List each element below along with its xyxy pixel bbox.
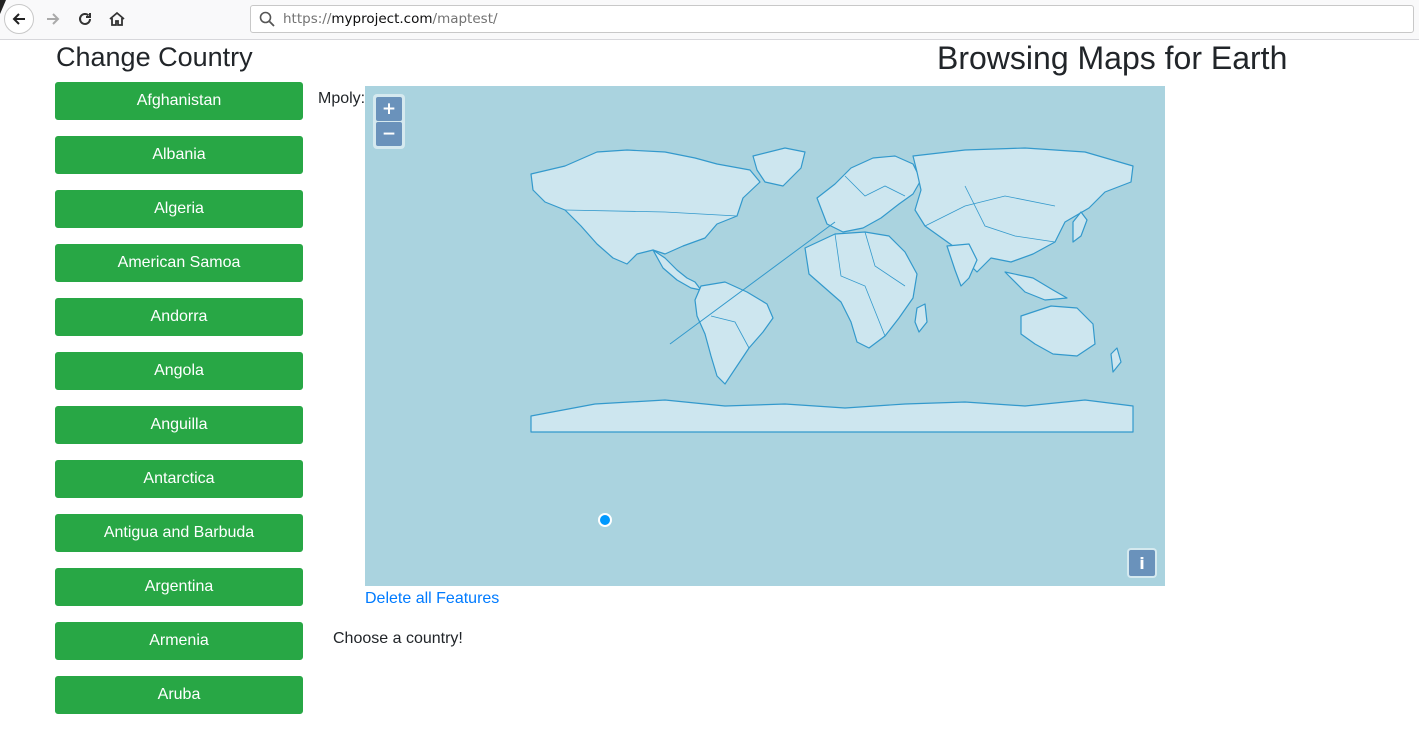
change-country-heading: Change Country xyxy=(56,42,253,72)
madagascar xyxy=(914,303,928,333)
greenland xyxy=(752,147,806,187)
browser-toolbar: https://myproject.com/maptest/ xyxy=(0,0,1419,40)
country-button-aruba[interactable]: Aruba xyxy=(55,676,303,714)
status-message: Choose a country! xyxy=(333,630,463,647)
country-button-american-samoa[interactable]: American Samoa xyxy=(55,244,303,282)
reload-icon xyxy=(79,12,91,25)
north-america-landmass xyxy=(530,149,761,265)
antarctica xyxy=(530,399,1134,433)
arrow-right-icon xyxy=(47,13,60,25)
mpoly-label: Mpoly: xyxy=(318,90,366,107)
page-title: Browsing Maps for Earth xyxy=(937,40,1288,76)
attribution-button[interactable]: i xyxy=(1129,550,1155,576)
zoom-control: + − xyxy=(373,94,405,149)
mouse-cursor xyxy=(0,0,6,14)
url-host: myproject.com xyxy=(331,11,433,27)
central-america xyxy=(652,249,702,291)
new-zealand xyxy=(1110,347,1122,373)
back-button[interactable] xyxy=(4,4,34,34)
country-button-afghanistan[interactable]: Afghanistan xyxy=(55,82,303,120)
asia-landmass xyxy=(912,147,1134,273)
map-point-marker[interactable] xyxy=(598,513,612,527)
home-button[interactable] xyxy=(102,4,132,34)
map-canvas[interactable]: + − i xyxy=(365,86,1165,586)
forward-button[interactable] xyxy=(38,4,68,34)
country-list: Afghanistan Albania Algeria American Sam… xyxy=(55,82,303,730)
url-scheme: https:// xyxy=(283,11,332,27)
country-button-andorra[interactable]: Andorra xyxy=(55,298,303,336)
country-button-anguilla[interactable]: Anguilla xyxy=(55,406,303,444)
australia xyxy=(1020,305,1096,357)
arrow-left-icon xyxy=(12,13,25,25)
country-button-albania[interactable]: Albania xyxy=(55,136,303,174)
search-icon xyxy=(259,11,275,27)
world-map xyxy=(530,147,1134,433)
africa xyxy=(804,231,918,349)
zoom-in-button[interactable]: + xyxy=(376,97,402,121)
attribution-control: i xyxy=(1127,548,1157,578)
country-button-angola[interactable]: Angola xyxy=(55,352,303,390)
india xyxy=(946,243,978,287)
country-button-antigua-and-barbuda[interactable]: Antigua and Barbuda xyxy=(55,514,303,552)
country-button-antarctica[interactable]: Antarctica xyxy=(55,460,303,498)
zoom-out-button[interactable]: − xyxy=(376,122,402,146)
url-path: /maptest/ xyxy=(432,11,498,27)
home-icon xyxy=(109,11,125,26)
reload-button[interactable] xyxy=(70,4,100,34)
country-button-armenia[interactable]: Armenia xyxy=(55,622,303,660)
url-text: https://myproject.com/maptest/ xyxy=(283,11,498,27)
address-bar[interactable]: https://myproject.com/maptest/ xyxy=(250,5,1414,33)
delete-all-features-link[interactable]: Delete all Features xyxy=(365,590,499,608)
country-button-argentina[interactable]: Argentina xyxy=(55,568,303,606)
country-button-algeria[interactable]: Algeria xyxy=(55,190,303,228)
southeast-asia xyxy=(1004,271,1068,301)
